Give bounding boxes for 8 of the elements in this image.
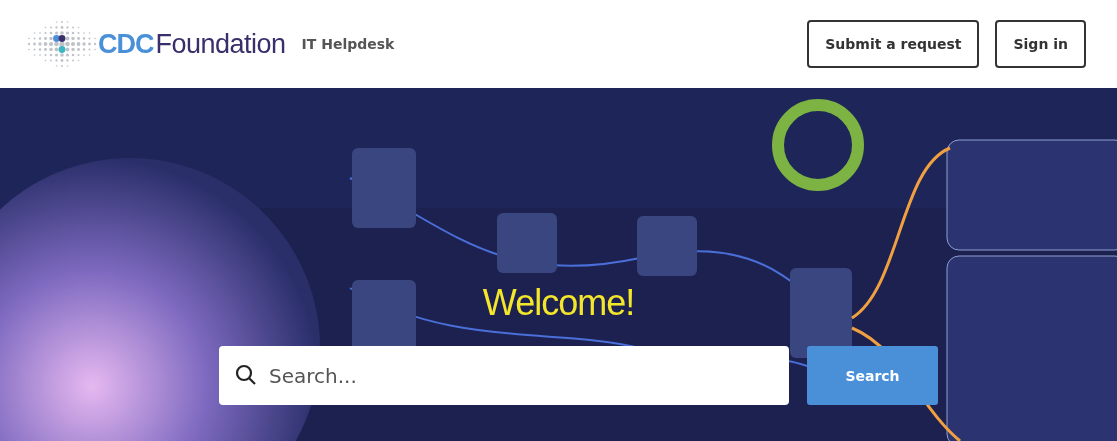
search-icon	[235, 364, 257, 386]
welcome-heading: Welcome!	[482, 282, 635, 324]
logo-text: Foundation	[155, 28, 286, 60]
search-field[interactable]: Search...	[219, 346, 789, 405]
site-name: IT Helpdesk	[301, 36, 395, 52]
sign-in-button[interactable]: Sign in	[995, 20, 1086, 68]
submit-request-button[interactable]: Submit a request	[807, 20, 980, 68]
logo-text: CDC	[98, 28, 154, 60]
